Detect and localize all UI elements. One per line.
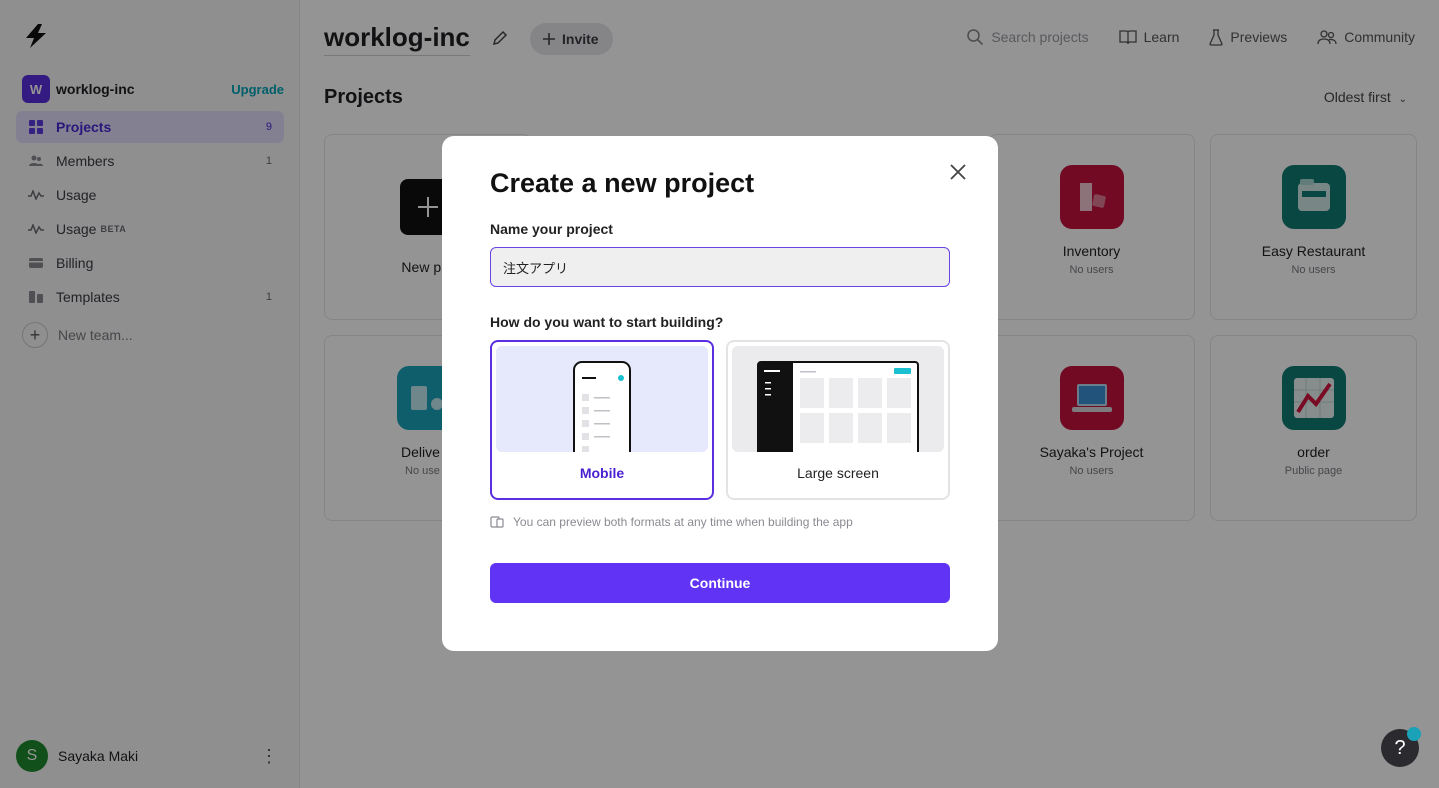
large-screen-preview: [732, 346, 944, 452]
project-name-input[interactable]: [490, 247, 950, 287]
notification-badge-icon: [1407, 727, 1421, 741]
create-project-dialog: Create a new project Name your project H…: [442, 136, 998, 651]
project-name-label: Name your project: [490, 221, 613, 237]
dialog-title: Create a new project: [490, 168, 755, 198]
close-icon[interactable]: [948, 162, 968, 182]
build-format-question: How do you want to start building?: [490, 314, 724, 330]
devices-icon: [490, 516, 504, 528]
option-label: Large screen: [797, 465, 879, 481]
format-hint: You can preview both formats at any time…: [490, 515, 853, 529]
mobile-option[interactable]: Mobile: [490, 340, 714, 500]
hint-text: You can preview both formats at any time…: [513, 515, 853, 529]
option-label: Mobile: [579, 465, 625, 481]
continue-button[interactable]: Continue: [490, 563, 950, 603]
mobile-preview: [496, 346, 708, 452]
large-screen-option[interactable]: Large screen: [726, 340, 950, 500]
